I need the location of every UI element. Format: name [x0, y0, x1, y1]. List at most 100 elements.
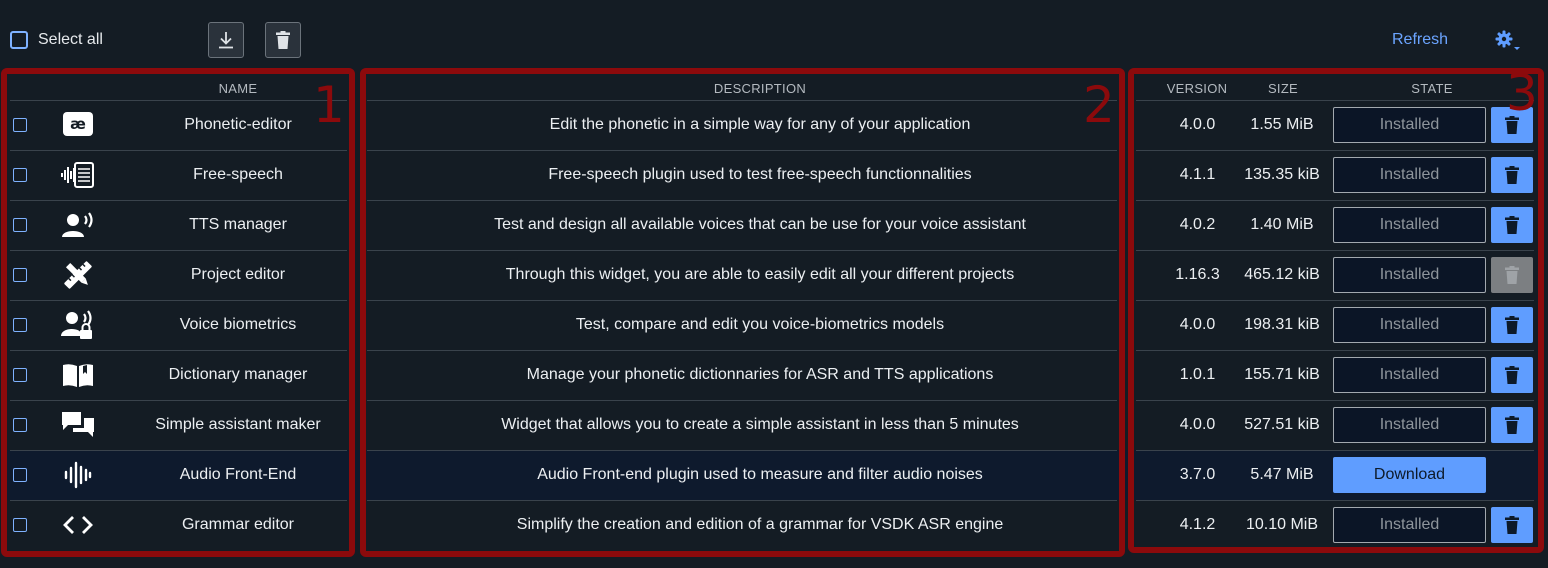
column-header-description[interactable]: DESCRIPTION — [660, 81, 860, 96]
column-header-name[interactable]: NAME — [178, 81, 298, 96]
delete-plugin-button[interactable] — [1491, 157, 1533, 193]
plugin-name: Project editor — [190, 266, 286, 283]
row-checkbox[interactable] — [13, 418, 27, 432]
delete-plugin-button[interactable] — [1491, 507, 1533, 543]
plugin-description: Audio Front-end plugin used to measure a… — [537, 466, 983, 483]
trash-icon — [1505, 416, 1519, 434]
table-row[interactable]: Dictionary manager Manage your phonetic d… — [0, 350, 1548, 400]
plugin-version: 4.1.2 — [1179, 516, 1216, 533]
state-installed: Installed — [1333, 357, 1486, 393]
open-book-icon — [60, 359, 96, 391]
row-checkbox[interactable] — [13, 368, 27, 382]
plugin-size: 135.35 kiB — [1244, 166, 1320, 183]
toolbar: Select all Refresh — [0, 0, 1548, 70]
person-speaking-icon — [60, 209, 96, 241]
table-row[interactable]: TTS manager Test and design all available… — [0, 200, 1548, 250]
audio-bars-icon — [60, 459, 96, 491]
table-row[interactable]: æ Phonetic-editor Edit the phonetic in a s… — [0, 100, 1548, 150]
chat-bubbles-icon — [60, 409, 96, 441]
plugin-description: Widget that allows you to create a simpl… — [501, 416, 1019, 433]
plugin-name: Simple assistant maker — [155, 416, 321, 433]
plugin-size: 10.10 MiB — [1245, 516, 1319, 533]
plugin-name: Audio Front-End — [179, 466, 297, 483]
plugin-version: 4.0.0 — [1179, 116, 1216, 133]
refresh-button[interactable]: Refresh — [1392, 31, 1448, 49]
plugin-version: 4.1.1 — [1179, 166, 1216, 183]
table-row[interactable]: Voice biometrics Test, compare and edit y… — [0, 300, 1548, 350]
plugin-name: Grammar editor — [181, 516, 295, 533]
trash-icon — [1505, 316, 1519, 334]
plugin-size: 5.47 MiB — [1250, 466, 1314, 483]
table-row[interactable]: Grammar editor Simplify the creation and … — [0, 500, 1548, 550]
download-button[interactable]: Download — [1333, 457, 1486, 493]
state-installed: Installed — [1333, 107, 1486, 143]
delete-plugin-button[interactable] — [1491, 407, 1533, 443]
column-header-version[interactable]: VERSION — [1162, 81, 1232, 96]
pencil-ruler-icon — [60, 259, 96, 291]
trash-icon — [1505, 266, 1519, 284]
download-icon — [219, 32, 233, 49]
select-all-label: Select all — [38, 31, 103, 48]
person-voice-lock-icon — [60, 309, 96, 341]
trash-icon — [1505, 366, 1519, 384]
select-all-control[interactable]: Select all — [10, 31, 103, 49]
plugin-description: Edit the phonetic in a simple way for an… — [549, 116, 971, 133]
phonetic-ae-icon: æ — [60, 109, 96, 141]
plugin-size: 198.31 kiB — [1244, 316, 1320, 333]
state-installed: Installed — [1333, 157, 1486, 193]
delete-plugin-button[interactable] — [1491, 307, 1533, 343]
plugin-description: Simplify the creation and edition of a g… — [516, 516, 1004, 533]
plugin-description: Manage your phonetic dictionnaries for A… — [526, 366, 994, 383]
table-row[interactable]: Audio Front-End Audio Front-end plugin us… — [0, 450, 1548, 500]
row-checkbox[interactable] — [13, 118, 27, 132]
column-header-size[interactable]: SIZE — [1253, 81, 1313, 96]
delete-plugin-button[interactable] — [1491, 357, 1533, 393]
plugin-version: 4.0.2 — [1179, 216, 1216, 233]
trash-icon — [1505, 116, 1519, 134]
row-checkbox[interactable] — [13, 518, 27, 532]
plugin-version: 1.0.1 — [1179, 366, 1216, 383]
delete-plugin-button[interactable] — [1491, 107, 1533, 143]
delete-plugin-button-disabled — [1491, 257, 1533, 293]
svg-text:æ: æ — [70, 115, 86, 133]
state-installed: Installed — [1333, 307, 1486, 343]
table-row[interactable]: Project editor Through this widget, you a… — [0, 250, 1548, 300]
plugin-name: Phonetic-editor — [184, 116, 292, 133]
state-installed: Installed — [1333, 507, 1486, 543]
plugin-table: æ Phonetic-editor Edit the phonetic in a s… — [0, 100, 1548, 550]
plugin-version: 4.0.0 — [1179, 416, 1216, 433]
plugin-name: Voice biometrics — [179, 316, 297, 333]
trash-icon — [276, 31, 290, 49]
code-brackets-icon — [60, 509, 96, 541]
state-installed: Installed — [1333, 407, 1486, 443]
plugin-name: Dictionary manager — [168, 366, 308, 383]
column-header-state[interactable]: STATE — [1380, 81, 1484, 96]
row-checkbox[interactable] — [13, 168, 27, 182]
table-row[interactable]: Simple assistant maker Widget that allows… — [0, 400, 1548, 450]
plugin-description: Through this widget, you are able to eas… — [505, 266, 1015, 283]
trash-icon — [1505, 516, 1519, 534]
state-installed: Installed — [1333, 207, 1486, 243]
plugin-size: 1.55 MiB — [1250, 116, 1314, 133]
plugin-version: 4.0.0 — [1179, 316, 1216, 333]
trash-icon — [1505, 166, 1519, 184]
row-checkbox[interactable] — [13, 268, 27, 282]
plugin-version: 3.7.0 — [1179, 466, 1216, 483]
table-row[interactable]: Free-speech Free-speech plugin used to te… — [0, 150, 1548, 200]
trash-icon — [1505, 216, 1519, 234]
waveform-document-icon — [60, 159, 96, 191]
row-checkbox[interactable] — [13, 468, 27, 482]
row-checkbox[interactable] — [13, 218, 27, 232]
download-selected-button[interactable] — [208, 22, 244, 58]
state-installed: Installed — [1333, 257, 1486, 293]
plugin-version: 1.16.3 — [1175, 266, 1220, 283]
delete-plugin-button[interactable] — [1491, 207, 1533, 243]
row-checkbox[interactable] — [13, 318, 27, 332]
plugin-name: Free-speech — [193, 166, 283, 183]
plugin-name: TTS manager — [189, 216, 287, 233]
delete-selected-button[interactable] — [265, 22, 301, 58]
plugin-description: Test and design all available voices tha… — [494, 216, 1026, 233]
settings-menu-button[interactable] — [1495, 29, 1521, 58]
select-all-checkbox[interactable] — [10, 31, 28, 49]
plugin-description: Free-speech plugin used to test free-spe… — [548, 166, 972, 183]
